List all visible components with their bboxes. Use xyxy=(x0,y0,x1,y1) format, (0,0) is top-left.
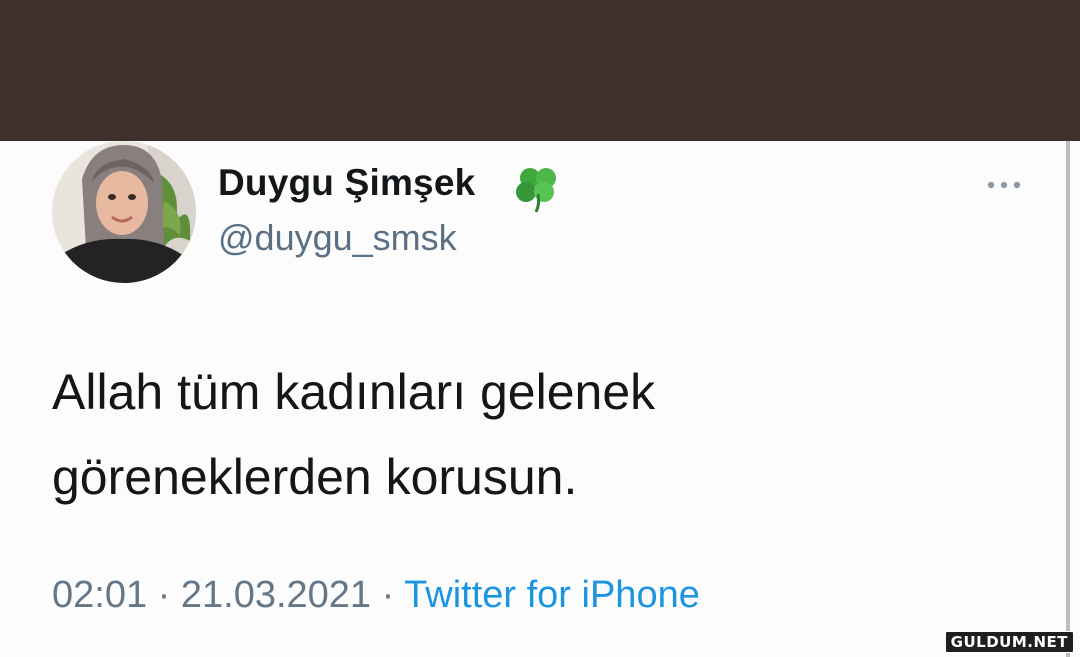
meta-separator: · xyxy=(371,574,405,616)
tweet-text-line-1: Allah tüm kadınları gelenek xyxy=(52,364,656,420)
tweet-text: Allah tüm kadınları gelenek göreneklerde… xyxy=(52,350,952,520)
watermark-logo: GULDUM.NET xyxy=(944,631,1074,653)
display-name[interactable]: Duygu Şimşek xyxy=(218,162,475,204)
top-bar xyxy=(0,0,1080,141)
tweet-date[interactable]: 21.03.2021 xyxy=(181,574,371,616)
more-icon[interactable] xyxy=(985,180,1025,190)
tweet-source-link[interactable]: Twitter for iPhone xyxy=(404,574,700,616)
meta-separator: · xyxy=(147,574,181,616)
tweet-time[interactable]: 02:01 xyxy=(52,574,147,616)
user-handle[interactable]: @duygu_smsk xyxy=(218,217,457,259)
clover-icon xyxy=(516,168,556,213)
tweet-text-line-2: göreneklerden korusun. xyxy=(52,449,578,505)
avatar[interactable] xyxy=(52,141,196,283)
right-edge-border xyxy=(1066,141,1070,657)
tweet-meta: 02:01 · 21.03.2021 · Twitter for iPhone xyxy=(52,574,700,617)
